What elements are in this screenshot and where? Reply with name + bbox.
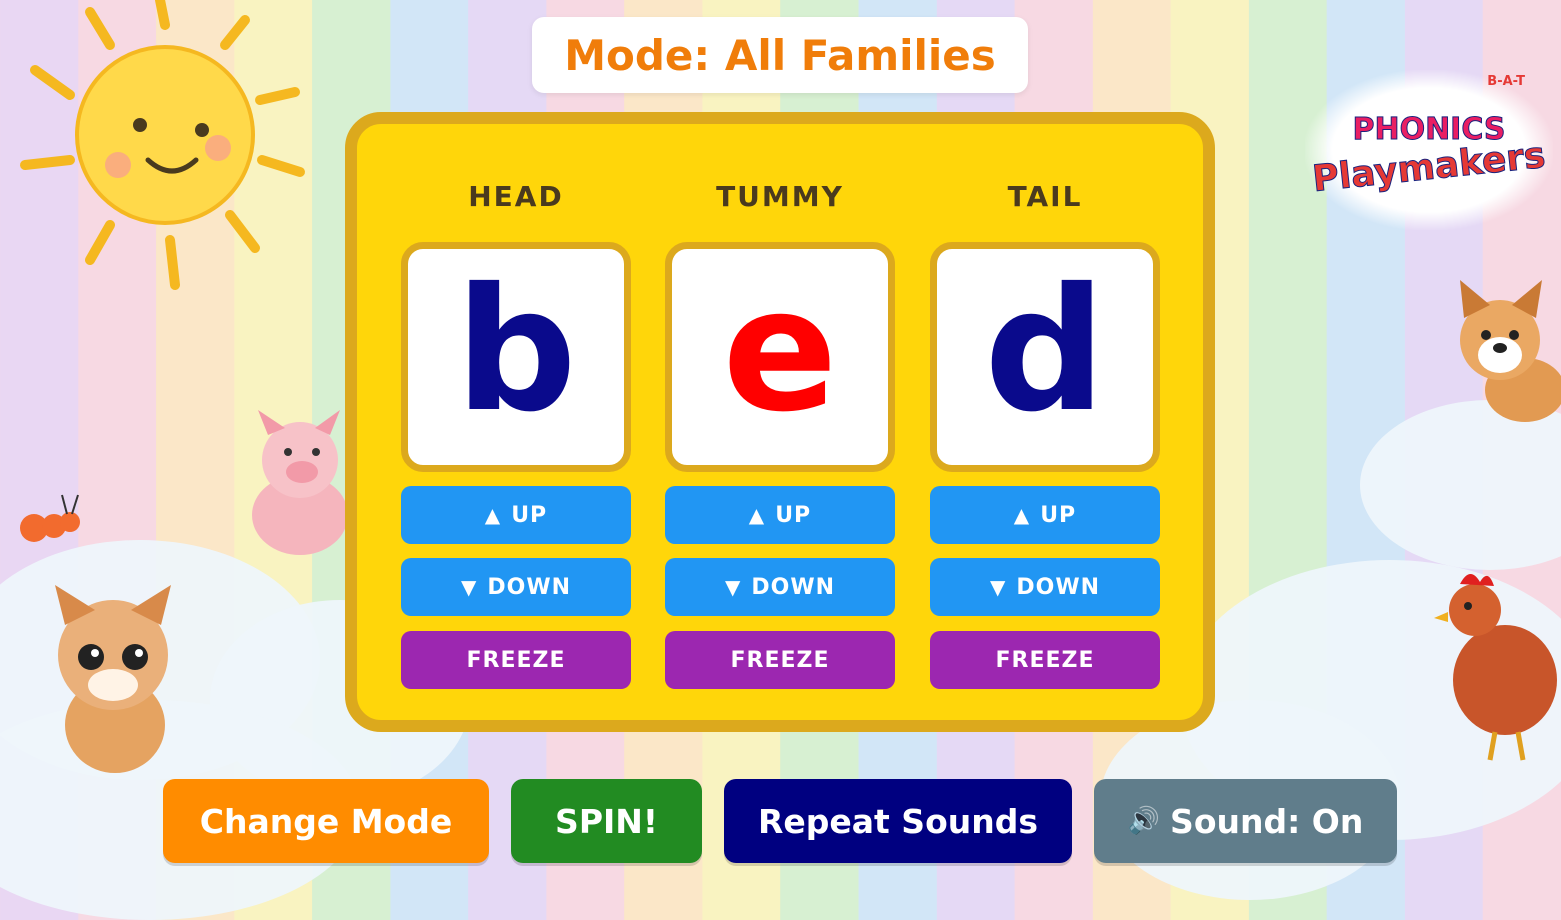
tummy-up-label: UP	[775, 502, 812, 528]
spin-button[interactable]: SPIN!	[511, 779, 702, 863]
dog-decoration	[1460, 280, 1561, 422]
letter-tile-head: b	[401, 242, 631, 472]
phonics-playmakers-logo: B-A-T PHONICS Playmakers	[1305, 70, 1553, 230]
head-down-button[interactable]: ▼ DOWN	[401, 558, 631, 616]
letter-tummy: e	[722, 252, 838, 450]
arrow-down-icon: ▼	[460, 575, 478, 599]
speaker-icon: 🔊	[1127, 806, 1161, 836]
head-freeze-button[interactable]: FREEZE	[401, 631, 631, 689]
word-builder-board: HEAD b ▲ UP ▼ DOWN FREEZE TUMMY e ▲ UP ▼ DOW…	[345, 112, 1215, 732]
tummy-down-label: DOWN	[751, 574, 836, 600]
tail-down-button[interactable]: ▼ DOWN	[930, 558, 1160, 616]
hen-decoration	[1434, 573, 1557, 761]
cat-decoration	[55, 585, 171, 773]
arrow-up-icon: ▲	[1013, 503, 1031, 527]
letter-tile-tail: d	[930, 242, 1160, 472]
sound-toggle-label: Sound: On	[1170, 801, 1364, 841]
column-label-tummy: TUMMY	[716, 180, 844, 213]
column-label-tail: TAIL	[1007, 180, 1083, 213]
tummy-down-button[interactable]: ▼ DOWN	[665, 558, 895, 616]
column-label-head: HEAD	[468, 180, 564, 213]
head-up-label: UP	[511, 502, 548, 528]
arrow-up-icon: ▲	[748, 503, 766, 527]
arrow-down-icon: ▼	[989, 575, 1007, 599]
change-mode-button[interactable]: Change Mode	[163, 779, 489, 863]
head-up-button[interactable]: ▲ UP	[401, 486, 631, 544]
logo-tag: B-A-T	[1487, 74, 1525, 89]
tail-down-label: DOWN	[1016, 574, 1101, 600]
head-down-label: DOWN	[487, 574, 572, 600]
repeat-sounds-button[interactable]: Repeat Sounds	[724, 779, 1072, 863]
letter-tail: d	[984, 252, 1106, 450]
mode-indicator: Mode: All Families	[532, 17, 1028, 93]
arrow-down-icon: ▼	[724, 575, 742, 599]
arrow-up-icon: ▲	[484, 503, 502, 527]
letter-tile-tummy: e	[665, 242, 895, 472]
sun-decoration	[20, 0, 305, 290]
tail-freeze-button[interactable]: FREEZE	[930, 631, 1160, 689]
tummy-freeze-button[interactable]: FREEZE	[665, 631, 895, 689]
letter-head: b	[455, 252, 577, 450]
tail-up-label: UP	[1040, 502, 1077, 528]
pig-decoration	[252, 410, 348, 555]
tail-up-button[interactable]: ▲ UP	[930, 486, 1160, 544]
ant-decoration	[20, 494, 80, 542]
sound-toggle-button[interactable]: 🔊 Sound: On	[1094, 779, 1397, 863]
tummy-up-button[interactable]: ▲ UP	[665, 486, 895, 544]
